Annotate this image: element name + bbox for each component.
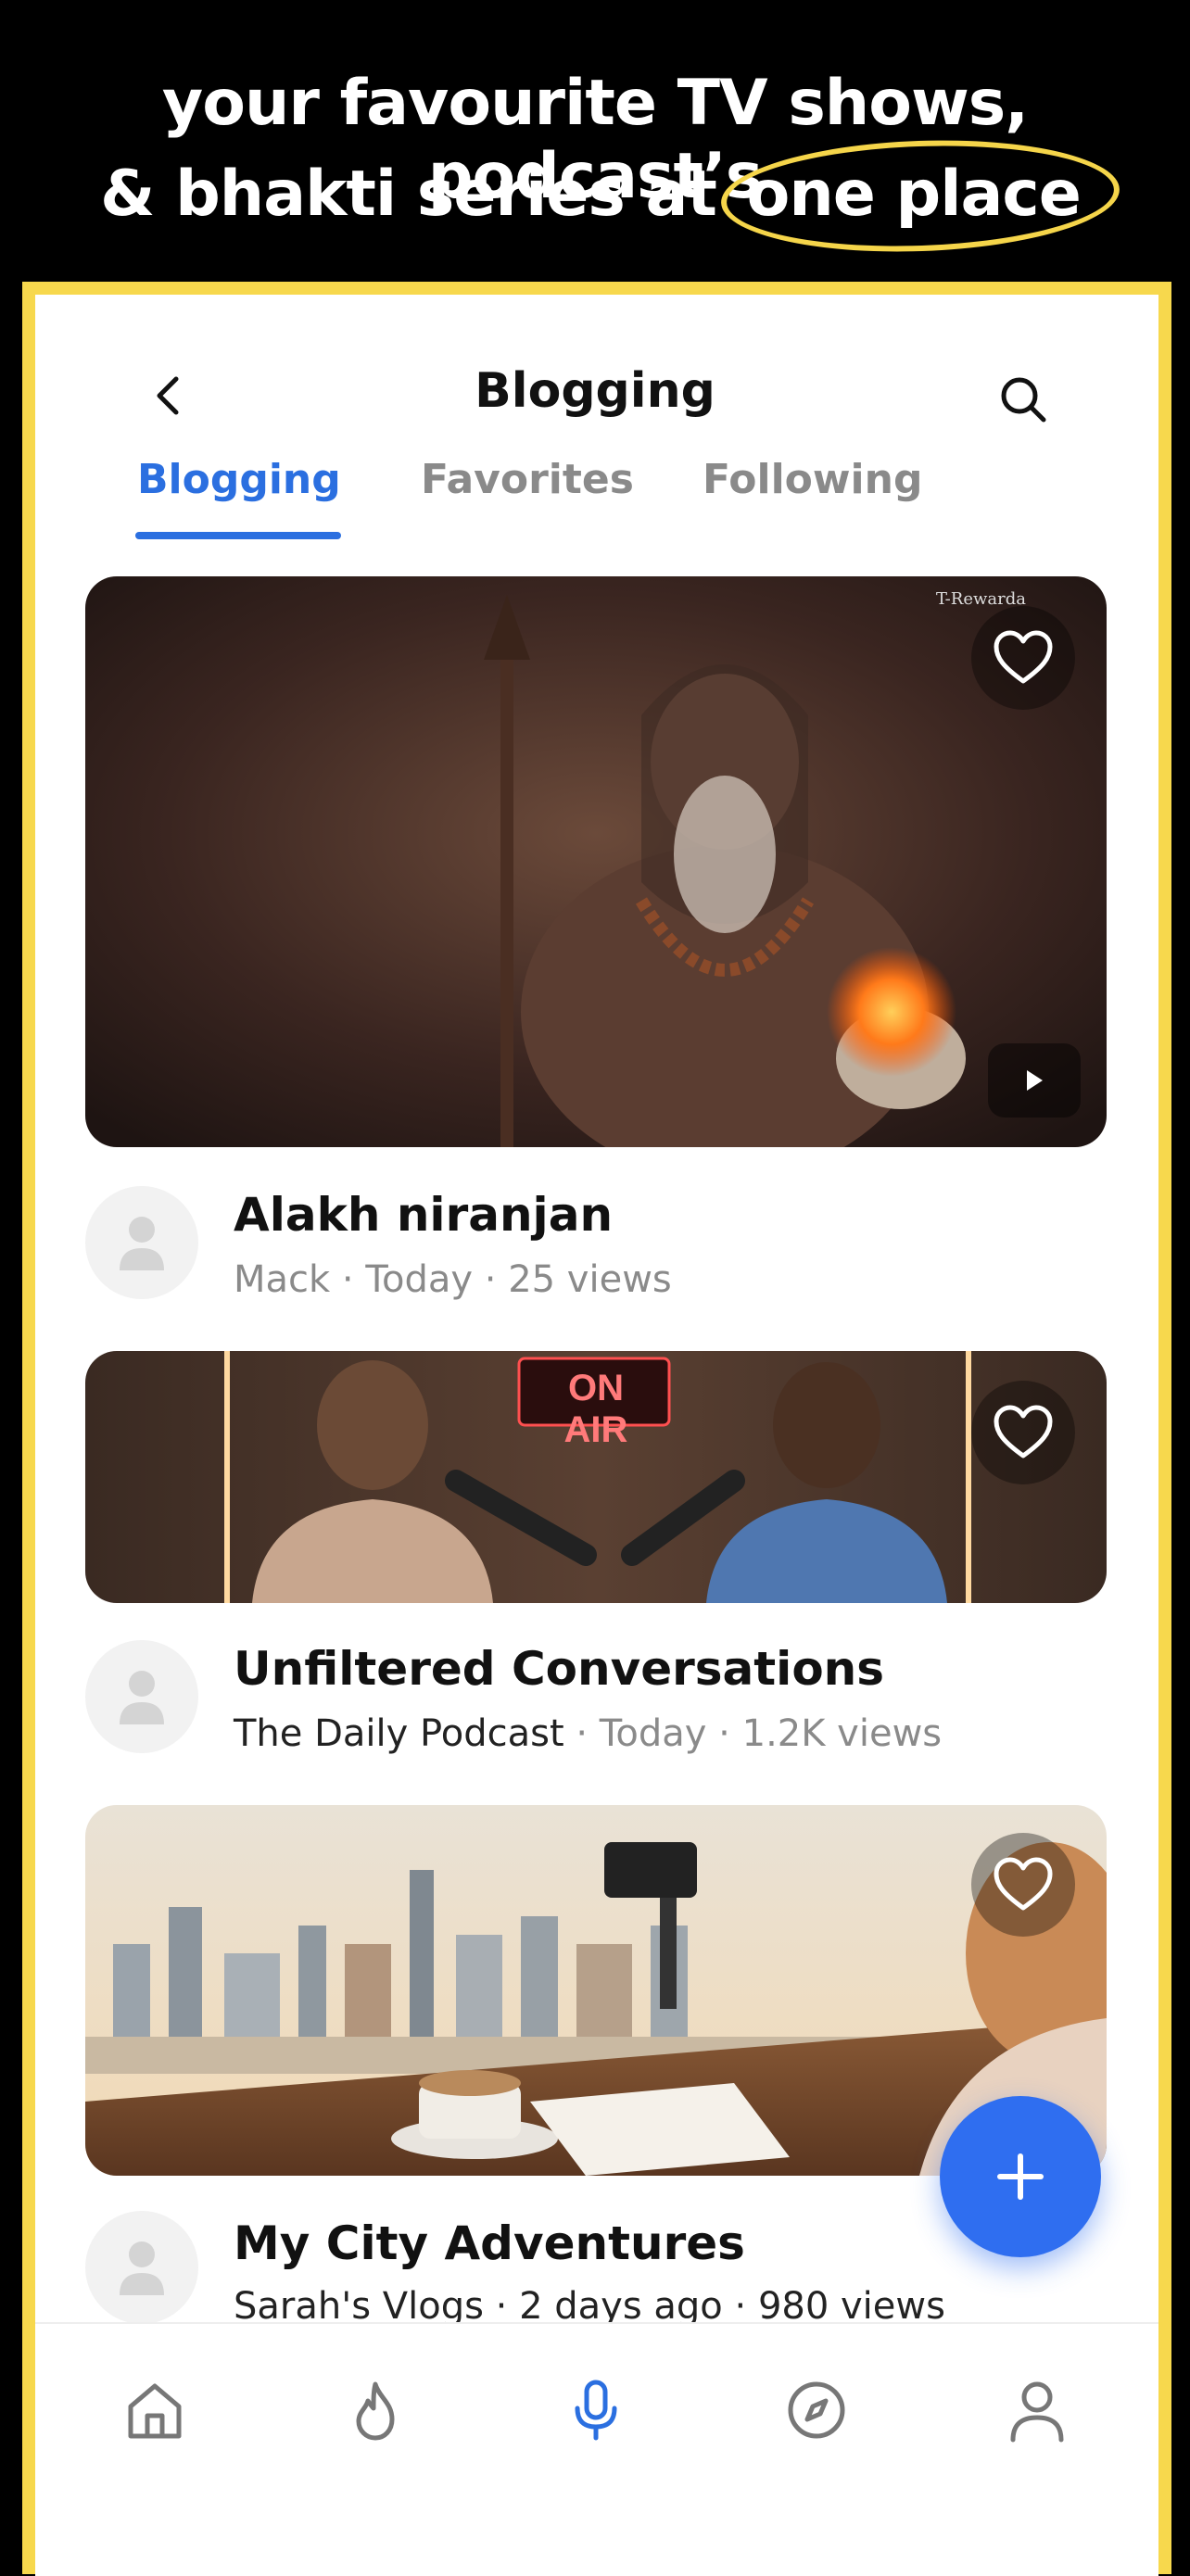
heart-icon <box>994 1405 1053 1458</box>
avatar[interactable] <box>85 1186 198 1299</box>
heart-icon <box>994 1857 1053 1911</box>
heart-icon <box>994 630 1053 684</box>
image-watermark: T-Rewarda <box>936 589 1026 609</box>
favorite-button[interactable] <box>971 606 1075 710</box>
post-author[interactable]: Mack <box>234 1258 330 1301</box>
post-views: 25 views <box>508 1258 672 1301</box>
post-title[interactable]: Unfiltered Conversations <box>234 1642 884 1696</box>
tab-favorites[interactable]: Favorites <box>421 456 634 503</box>
favorite-button[interactable] <box>971 1833 1075 1937</box>
user-placeholder-icon <box>120 2241 164 2295</box>
avatar[interactable] <box>85 1640 198 1753</box>
post-title[interactable]: My City Adventures <box>234 2216 745 2270</box>
profile-icon <box>1010 2381 1064 2443</box>
user-placeholder-icon <box>120 1217 164 1270</box>
play-icon <box>1027 1070 1043 1091</box>
home-icon <box>128 2383 182 2439</box>
meta-separator: · <box>330 1258 366 1301</box>
create-post-button[interactable] <box>940 2096 1101 2257</box>
promo-highlight: one place <box>718 133 1121 259</box>
meta-separator: · <box>473 1258 509 1301</box>
promo-line-2-prefix: & bhakti series at <box>100 158 717 231</box>
compass-icon <box>788 2381 845 2439</box>
microphone-icon <box>575 2380 617 2441</box>
search-button[interactable] <box>990 366 1057 433</box>
post-meta: The Daily Podcast · Today · 1.2K views <box>234 1712 942 1755</box>
meta-separator: · <box>563 1712 600 1755</box>
post-author[interactable]: The Daily Podcast <box>234 1712 564 1755</box>
nav-explore[interactable] <box>775 2368 858 2452</box>
post-time: Today <box>599 1712 707 1755</box>
post-image-alakh[interactable] <box>85 576 1107 1147</box>
post-meta: Mack · Today · 25 views <box>234 1258 672 1301</box>
nav-podcasts[interactable] <box>554 2368 638 2452</box>
search-icon <box>1001 377 1046 423</box>
nav-home[interactable] <box>113 2368 196 2452</box>
city-vlog-image <box>85 1805 1107 2176</box>
page-title: Blogging <box>475 363 715 419</box>
user-placeholder-icon <box>120 1671 164 1724</box>
tab-following[interactable]: Following <box>703 456 922 503</box>
plus-icon <box>997 2153 1044 2200</box>
meta-separator: · <box>706 1712 742 1755</box>
back-button[interactable] <box>139 366 198 425</box>
avatar[interactable] <box>85 2211 198 2324</box>
promo-banner: your favourite TV shows, podcast’s & bha… <box>0 0 1190 278</box>
chevron-left-icon <box>157 376 179 415</box>
on-air-sign: ON AIR <box>563 1368 628 1450</box>
post-time: Today <box>365 1258 474 1301</box>
ascetic-portrait-image <box>85 576 1107 1147</box>
flame-icon <box>356 2381 395 2441</box>
active-tab-indicator <box>135 532 341 539</box>
favorite-button[interactable] <box>971 1381 1075 1484</box>
tab-blogging[interactable]: Blogging <box>137 456 341 503</box>
post-views: 1.2K views <box>741 1712 943 1755</box>
nav-profile[interactable] <box>995 2368 1079 2452</box>
promo-line-2: & bhakti series at one place <box>0 133 1190 259</box>
nav-trending[interactable] <box>334 2368 417 2452</box>
post-title[interactable]: Alakh niranjan <box>234 1188 613 1242</box>
post-image-city[interactable] <box>85 1805 1107 2176</box>
video-play-badge <box>988 1043 1081 1118</box>
